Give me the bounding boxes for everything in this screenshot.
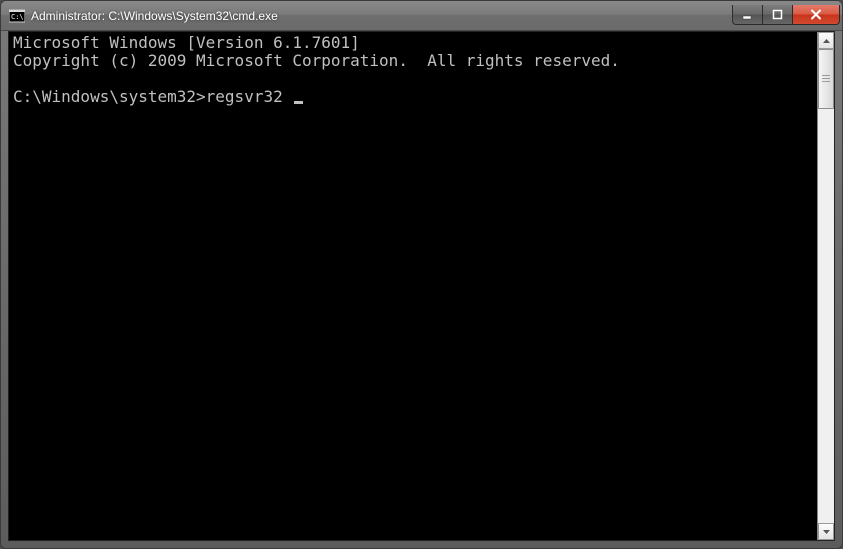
prompt: C:\Windows\system32>	[13, 88, 206, 106]
scroll-down-button[interactable]	[818, 523, 834, 540]
maximize-button[interactable]	[762, 5, 792, 25]
scroll-thumb[interactable]	[818, 49, 834, 109]
vertical-scrollbar[interactable]	[817, 32, 834, 540]
close-button[interactable]	[792, 5, 840, 25]
window-controls	[732, 5, 840, 25]
terminal-output[interactable]: Microsoft Windows [Version 6.1.7601] Cop…	[9, 32, 817, 540]
output-line: Microsoft Windows [Version 6.1.7601]	[13, 33, 360, 52]
cursor	[294, 101, 303, 104]
scroll-track[interactable]	[818, 49, 834, 523]
window-title: Administrator: C:\Windows\System32\cmd.e…	[31, 9, 732, 23]
cmd-window: C:\ Administrator: C:\Windows\System32\c…	[0, 0, 843, 549]
command-input[interactable]: regsvr32	[206, 88, 293, 106]
titlebar[interactable]: C:\ Administrator: C:\Windows\System32\c…	[1, 1, 842, 31]
minimize-button[interactable]	[732, 5, 762, 25]
svg-text:C:\: C:\	[11, 13, 24, 21]
client-area: Microsoft Windows [Version 6.1.7601] Cop…	[8, 31, 835, 541]
cmd-icon: C:\	[9, 8, 25, 24]
scroll-up-button[interactable]	[818, 32, 834, 49]
output-line: Copyright (c) 2009 Microsoft Corporation…	[13, 51, 620, 70]
